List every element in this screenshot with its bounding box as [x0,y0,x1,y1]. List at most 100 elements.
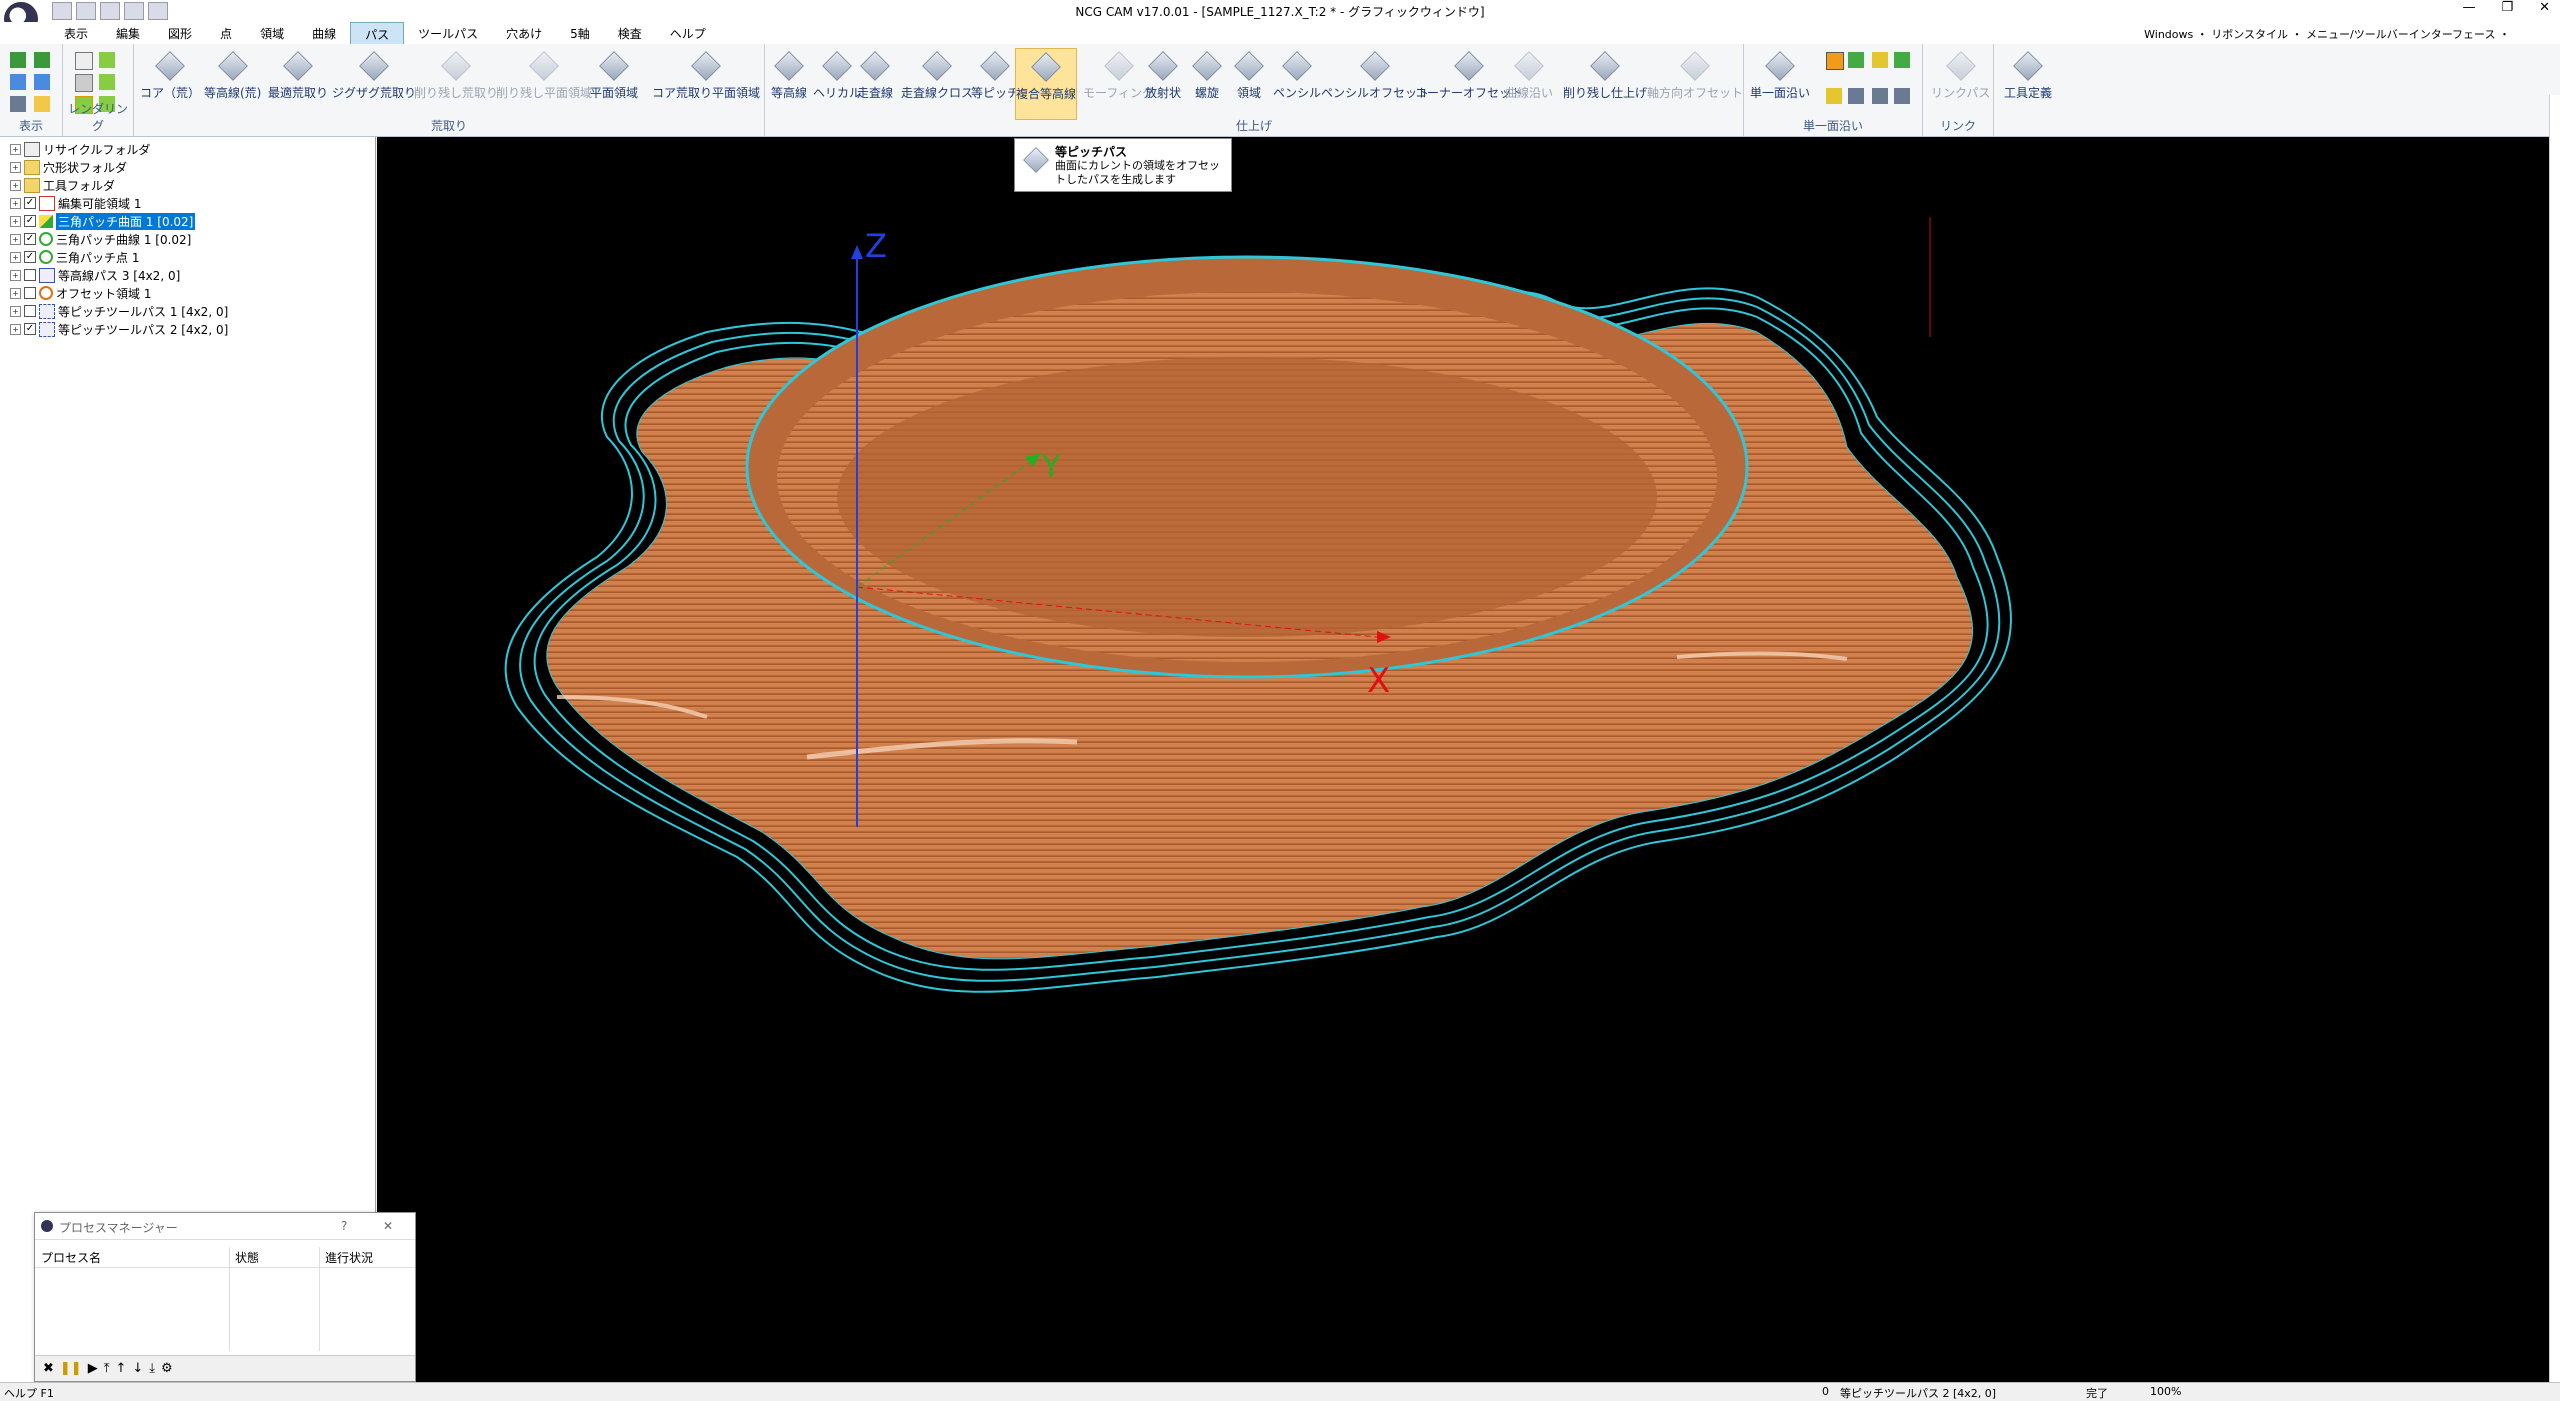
menu-drilling[interactable]: 穴あけ [492,22,556,46]
optimal-rough-button[interactable]: 最適荒取り [268,51,328,101]
rest-rough-button[interactable]: 削り残し荒取り [414,51,498,101]
fit-icon[interactable] [10,96,26,112]
core-rough-button[interactable]: コア（荒） [140,51,200,101]
rest-flat-button[interactable]: 削り残し平面領域 [496,51,592,101]
arrow-vertical-icon[interactable] [1894,52,1910,68]
cross-arrow-icon[interactable] [1848,88,1864,104]
restore-button[interactable]: ❐ [2501,0,2513,15]
tree-item-offset-region[interactable]: + オフセット領域 1 [10,284,151,302]
expand-icon[interactable]: + [10,287,21,299]
arrow-left-icon[interactable] [1826,88,1842,104]
visibility-checkbox[interactable] [24,269,36,281]
link-path-button[interactable]: リンクパス [1931,51,1990,101]
move-bottom-icon[interactable]: ⤓ [149,1361,155,1376]
helical-button[interactable]: ヘリカル [813,51,861,101]
tree-item-contour-path[interactable]: + 等高線パス 3 [4x2, 0] [10,266,180,284]
move-down-icon[interactable]: ↓ [132,1361,143,1376]
cancel-process-icon[interactable]: ✖ [43,1361,54,1376]
arrow-up-icon[interactable] [1848,52,1864,68]
expand-icon[interactable]: + [10,215,21,227]
tree-item-equal-pitch-path-2[interactable]: + ✓ 等ピッチツールパス 2 [4x2, 0] [10,320,228,338]
cube-green-icon[interactable] [10,52,26,68]
hidden-line-icon[interactable] [75,74,93,92]
bars-icon[interactable] [1894,88,1910,104]
tree-item-equal-pitch-path-1[interactable]: + 等ピッチツールパス 1 [4x2, 0] [10,302,228,320]
tree-item-editable-region[interactable]: + ✓ 編集可能領域 1 [10,194,141,212]
expand-icon[interactable]: + [10,251,21,263]
move-top-icon[interactable]: ⤒ [104,1361,110,1376]
axial-offset-button[interactable]: 軸方向オフセット [1647,51,1743,101]
menu-curve[interactable]: 曲線 [298,22,350,46]
equal-pitch-button[interactable]: 等ピッチ [971,51,1019,101]
region-button[interactable]: 領域 [1234,51,1264,101]
cube-blue-icon[interactable] [10,74,26,90]
shaded-edge-icon[interactable] [99,74,115,90]
minus-icon[interactable] [1872,52,1888,68]
contour-button[interactable]: 等高線 [771,51,807,101]
interface-style-menu[interactable]: Windows ・ リボンスタイル ・ メニュー/ツールバーインターフェース ・ [2144,26,2510,42]
expand-icon[interactable]: + [10,161,21,173]
tree-item-tool-folder[interactable]: + 工具フォルダ [10,176,115,194]
menu-path[interactable]: パス [350,22,405,46]
morphing-button[interactable]: モーフィング [1083,51,1154,101]
close-panel-button[interactable]: ✕ [383,1219,393,1233]
contour-rough-button[interactable]: 等高線(荒) [204,51,261,101]
direction-select-icon[interactable] [1826,52,1844,70]
tool-definition-button[interactable]: 工具定義 [2004,51,2052,101]
process-manager-titlebar[interactable]: プロセスマネージャー ? ✕ [35,1213,415,1240]
expand-icon[interactable]: + [10,269,21,281]
expand-icon[interactable]: + [10,197,21,209]
menu-edit[interactable]: 編集 [102,22,154,46]
tree-item-hole-folder[interactable]: + 穴形状フォルダ [10,158,127,176]
expand-icon[interactable]: + [10,323,21,335]
expand-icon[interactable]: + [10,305,21,317]
core-flat-button[interactable]: コア荒取り平面領域 [652,51,760,101]
help-button[interactable]: ? [341,1219,347,1233]
tree-item-triangle-surface[interactable]: + ✓ 三角パッチ曲面 1 [0.02] [10,212,196,230]
spiral-button[interactable]: 螺旋 [1192,51,1222,101]
menu-inspection[interactable]: 検査 [604,22,656,46]
expand-icon[interactable]: + [10,233,21,245]
pencil-button[interactable]: ペンシル [1273,51,1321,101]
menu-view[interactable]: 表示 [50,22,102,46]
column-progress[interactable]: 進行状況 [325,1249,373,1266]
rest-finish-button[interactable]: 削り残し仕上げ [1563,51,1647,101]
single-surface-button[interactable]: 単一面沿い [1750,51,1810,101]
menu-5axis[interactable]: 5軸 [556,22,604,46]
along-curve-button[interactable]: 曲線沿い [1505,51,1553,101]
radial-button[interactable]: 放射状 [1145,51,1181,101]
flat-area-button[interactable]: 平面領域 [590,51,638,101]
graphics-viewport[interactable]: Z Y X [377,137,2550,1382]
expand-icon[interactable]: + [10,179,21,191]
cube-iso-icon[interactable] [34,52,50,68]
visibility-checkbox[interactable]: ✓ [24,233,36,245]
vertical-scrollbar[interactable] [2549,95,2560,1385]
visibility-checkbox[interactable]: ✓ [24,251,36,263]
compound-contour-button[interactable]: 複合等高線 [1015,48,1078,120]
zigzag-rough-button[interactable]: ジグザグ荒取り [332,51,416,101]
hand-icon[interactable] [34,96,50,112]
settings-process-icon[interactable]: ⚙ [161,1361,173,1376]
column-process-name[interactable]: プロセス名 [41,1249,101,1266]
close-button[interactable]: ✕ [2539,0,2550,15]
tree-item-triangle-point[interactable]: + ✓ 三角パッチ点 1 [10,248,139,266]
pause-process-icon[interactable]: ❚❚ [60,1361,82,1376]
visibility-checkbox[interactable]: ✓ [24,323,36,335]
tree-item-triangle-curve[interactable]: + ✓ 三角パッチ曲線 1 [0.02] [10,230,191,248]
visibility-checkbox[interactable]: ✓ [24,197,36,209]
menu-region[interactable]: 領域 [246,22,298,46]
raster-cross-button[interactable]: 走査線クロス [901,51,973,101]
tree-item-recycle-folder[interactable]: + リサイクルフォルダ [10,140,150,158]
visibility-checkbox[interactable]: ✓ [24,215,36,227]
shaded-render-icon[interactable] [99,52,115,68]
menu-point[interactable]: 点 [206,22,246,46]
pencil-offset-button[interactable]: ペンシルオフセット [1321,51,1429,101]
menu-shape[interactable]: 図形 [154,22,206,46]
run-process-icon[interactable]: ▶ [88,1361,98,1376]
move-up-icon[interactable]: ↑ [115,1361,126,1376]
visibility-checkbox[interactable] [24,287,36,299]
visibility-checkbox[interactable] [24,305,36,317]
column-status[interactable]: 状態 [235,1249,259,1266]
wire-render-icon[interactable] [75,52,93,70]
s-path-icon[interactable] [1872,88,1888,104]
